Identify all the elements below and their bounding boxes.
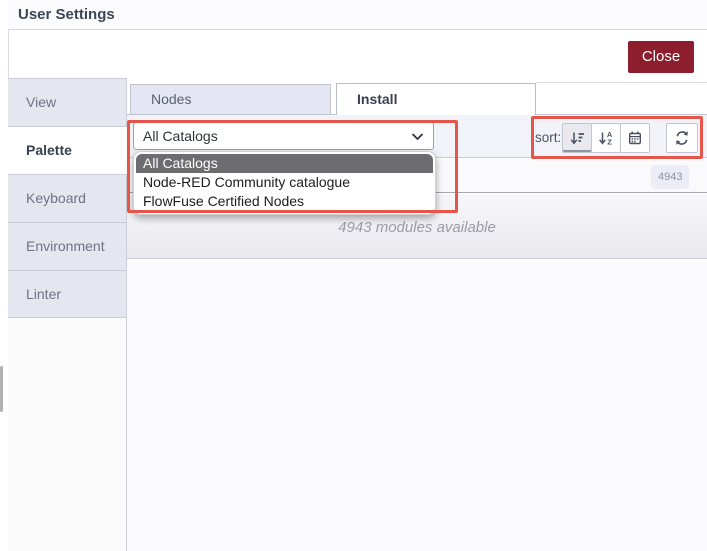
sort-label: sort: (535, 130, 562, 145)
page-scrollbar-thumb[interactable] (0, 366, 3, 412)
tab-nodes[interactable]: Nodes (130, 84, 331, 115)
sort-alpha-asc-icon: A Z (598, 130, 614, 146)
user-settings-dialog: User Settings Close View Palette Keyboar… (0, 0, 707, 551)
catalog-select[interactable]: All Catalogs (133, 122, 434, 150)
calendar-icon (627, 130, 643, 146)
sidebar-item-view[interactable]: View (8, 78, 126, 126)
dropdown-option-flowfuse-certified[interactable]: FlowFuse Certified Nodes (134, 192, 435, 211)
sidebar-item-keyboard[interactable]: Keyboard (8, 174, 126, 222)
settings-sidebar: View Palette Keyboard Environment Linter (8, 78, 127, 551)
catalog-select-value: All Catalogs (143, 128, 218, 144)
modules-available-text: 4943 modules available (338, 219, 496, 236)
svg-text:Z: Z (607, 138, 612, 146)
tabbar-top-line (536, 82, 707, 83)
chevron-down-icon (411, 133, 424, 141)
dropdown-option-all-catalogs[interactable]: All Catalogs (136, 154, 433, 173)
close-button[interactable]: Close (628, 41, 694, 73)
dropdown-option-nodered-community[interactable]: Node-RED Community catalogue (134, 173, 435, 192)
sort-amount-desc-icon (569, 130, 585, 146)
refresh-button[interactable] (666, 123, 698, 153)
sort-relevance-button[interactable] (562, 123, 592, 153)
dialog-title: User Settings (18, 6, 115, 23)
catalog-dropdown-menu: All Catalogs Node-RED Community catalogu… (133, 151, 436, 215)
sort-date-button[interactable] (620, 123, 650, 153)
sidebar-item-linter[interactable]: Linter (8, 270, 126, 318)
tab-install[interactable]: Install (336, 83, 536, 115)
sort-button-group: A Z (562, 123, 650, 153)
content-background (127, 260, 707, 551)
sidebar-item-environment[interactable]: Environment (8, 222, 126, 270)
sort-alphabetical-button[interactable]: A Z (591, 123, 621, 153)
refresh-icon (674, 130, 690, 146)
sidebar-item-palette[interactable]: Palette (8, 126, 127, 174)
module-count-badge: 4943 (651, 165, 690, 189)
